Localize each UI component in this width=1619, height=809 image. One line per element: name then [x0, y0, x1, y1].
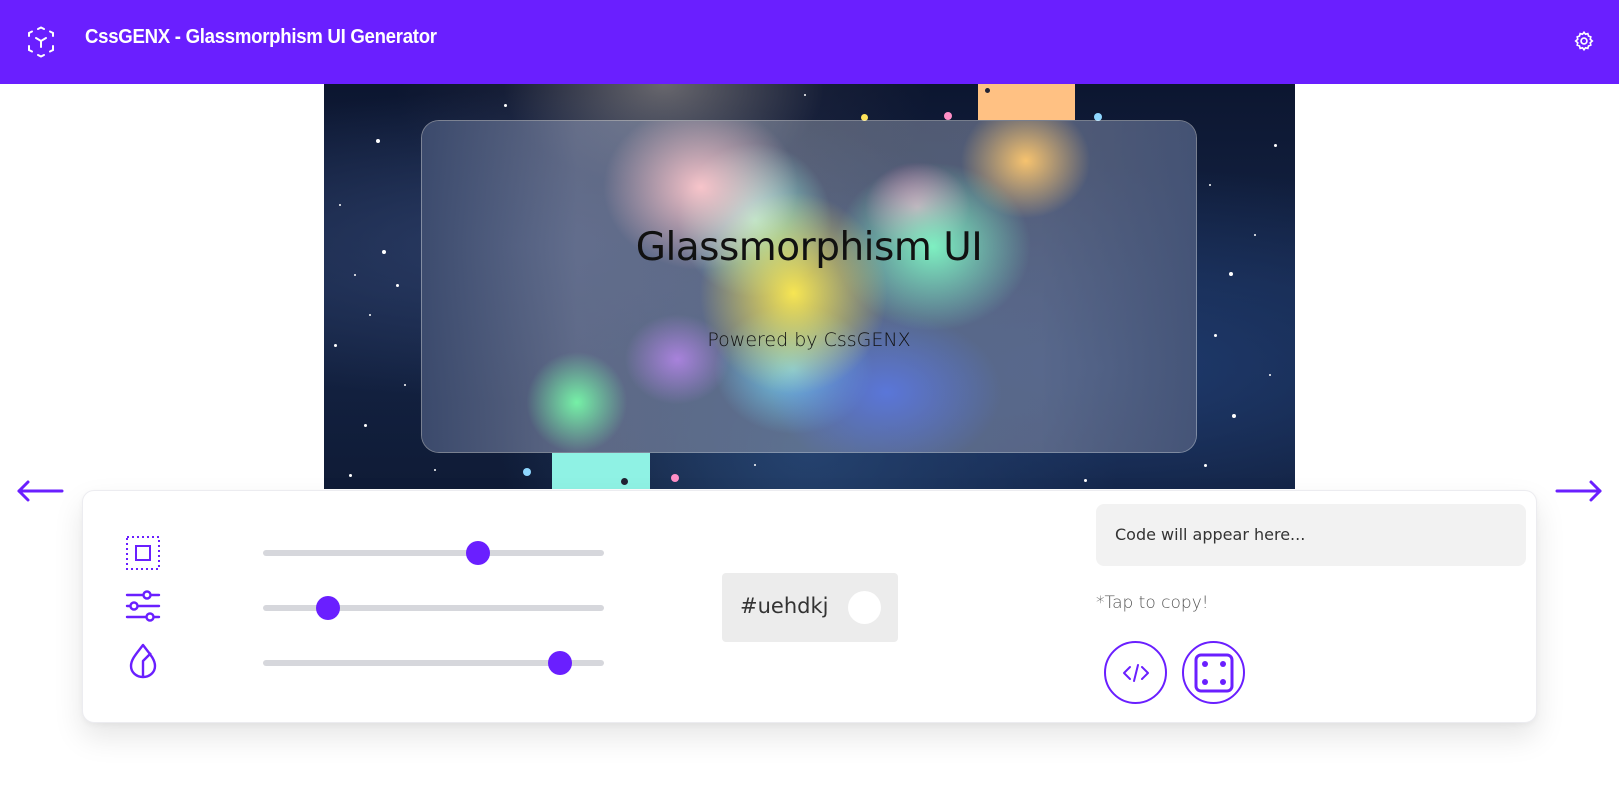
- adjust-slider[interactable]: [263, 596, 604, 620]
- color-swatch[interactable]: [848, 591, 881, 624]
- decor-block-orange: [978, 84, 1075, 120]
- decor-dot: [621, 478, 628, 485]
- randomize-button[interactable]: [1182, 641, 1245, 704]
- app-title: CssGENX - Glassmorphism UI Generator: [85, 26, 437, 48]
- code-output[interactable]: Code will appear here...: [1096, 504, 1526, 566]
- glass-blur-layer: [422, 121, 1196, 452]
- adjust-slider-thumb[interactable]: [315, 596, 340, 620]
- arrow-left-icon[interactable]: [16, 477, 64, 505]
- star: [1269, 374, 1271, 376]
- decor-dot: [671, 474, 679, 482]
- card-title: Glassmorphism UI: [635, 225, 983, 270]
- decor-block-mint: [552, 453, 650, 489]
- decor-dot: [944, 112, 952, 120]
- card-subtitle: Powered by CssGENX: [707, 329, 911, 351]
- preview-stage: Glassmorphism UI Powered by CssGENX: [324, 84, 1295, 489]
- drop-icon: [129, 643, 157, 679]
- star: [339, 204, 341, 206]
- star: [804, 94, 806, 96]
- star: [369, 314, 371, 316]
- gear-icon[interactable]: [1573, 30, 1595, 52]
- sliders-icon: [125, 590, 161, 622]
- star: [334, 344, 337, 347]
- star: [376, 139, 380, 143]
- star: [1229, 272, 1233, 276]
- color-picker[interactable]: #uehdkj: [722, 573, 898, 642]
- copy-hint: *Tap to copy!: [1096, 593, 1209, 613]
- code-icon: [1122, 663, 1149, 682]
- star: [1254, 234, 1256, 236]
- code-button[interactable]: [1104, 641, 1167, 704]
- size-slider[interactable]: [263, 541, 604, 565]
- star: [754, 464, 756, 466]
- decor-dot: [523, 468, 531, 476]
- dice-icon: [1194, 653, 1233, 692]
- code-placeholder: Code will appear here...: [1115, 525, 1306, 544]
- star: [354, 274, 356, 276]
- app-header: CssGENX - Glassmorphism UI Generator: [0, 0, 1619, 84]
- star: [434, 469, 436, 471]
- frame-square-icon: [126, 536, 160, 570]
- blur-slider-thumb[interactable]: [547, 651, 572, 675]
- star: [1214, 334, 1217, 337]
- star: [1204, 464, 1207, 467]
- star: [349, 474, 352, 477]
- star: [1232, 414, 1236, 418]
- arrow-right-icon[interactable]: [1555, 477, 1603, 505]
- star: [382, 250, 386, 254]
- cube-logo-icon: [28, 26, 54, 58]
- star: [404, 384, 406, 386]
- decor-dot: [985, 88, 990, 93]
- star: [364, 424, 367, 427]
- star: [504, 104, 507, 107]
- star: [1084, 479, 1087, 482]
- size-slider-thumb[interactable]: [465, 541, 490, 565]
- star: [396, 284, 399, 287]
- blur-slider[interactable]: [263, 651, 604, 675]
- glass-card: Glassmorphism UI Powered by CssGENX: [421, 120, 1197, 453]
- controls-panel: #uehdkj Code will appear here... *Tap to…: [82, 490, 1537, 723]
- star: [1274, 144, 1277, 147]
- star: [1209, 184, 1211, 186]
- color-value: #uehdkj: [740, 594, 829, 618]
